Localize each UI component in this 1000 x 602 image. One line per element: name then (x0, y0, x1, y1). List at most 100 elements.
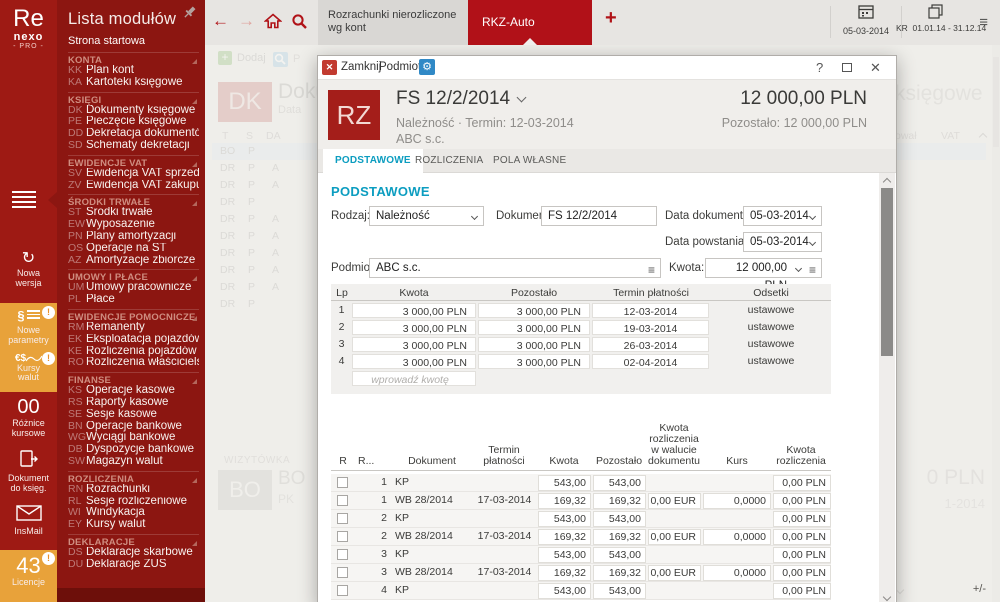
kwota-field[interactable]: 12 000,00 PLN≡ (705, 258, 822, 292)
back-icon[interactable]: ← (212, 11, 229, 31)
search-icon[interactable] (291, 13, 308, 35)
installment-row[interactable]: 1 3 000,00 PLN 3 000,00 PLN 12-03-2014 u… (331, 302, 831, 319)
sidebar-item[interactable]: DD Dekretacja dokumentów (68, 128, 199, 140)
settlement-checkbox[interactable] (337, 531, 348, 542)
sidebar-item[interactable]: DB Dyspozycje bankowe (68, 444, 199, 456)
odsetki-cell[interactable]: ustawowe (711, 353, 831, 370)
sidebar-item[interactable]: EWWyposażenie (68, 219, 199, 231)
settlement-row[interactable]: 3 KP 3/CENTR/2014 543,00 PLN 543,00 PLN … (331, 546, 831, 577)
sidebar-item[interactable]: EY Kursy walut (68, 519, 199, 531)
sidebar-item[interactable]: SVEwidencja VAT sprzedaży (68, 168, 199, 180)
sidebar-section-header[interactable]: KSIĘGI (68, 91, 199, 106)
sidebar-item[interactable]: WI Windykacja (68, 507, 199, 519)
new-tab-button[interactable]: + (605, 7, 617, 30)
settlement-checkbox[interactable] (337, 567, 348, 578)
sidebar-item[interactable]: RN Rozrachunki (68, 484, 199, 496)
field-menu-icon[interactable]: ≡ (648, 261, 655, 279)
settlement-row[interactable]: 4 KP 3/CENTR/2014 543,00 PLN 543,00 PLN … (331, 582, 831, 602)
kurs-cell[interactable]: 0,0000 PLN/EUR (703, 565, 771, 594)
odsetki-cell[interactable]: ustawowe (711, 319, 831, 336)
rail-item-licencje[interactable]: ! 43 Licencje (0, 550, 57, 602)
zamknij-button[interactable]: Zamknij (341, 61, 381, 73)
kwota-cell[interactable]: 3 000,00 PLN (352, 337, 476, 352)
termin-cell[interactable]: 12-03-2014 (592, 303, 709, 318)
termin-cell[interactable]: 26-03-2014 (592, 337, 709, 352)
kwota-rozliczenia-cell[interactable]: 0,00 PLN (773, 475, 831, 491)
kurs-cell[interactable]: 0,0000 PLN/EUR (703, 493, 771, 522)
settlement-row[interactable]: 3 WB 28/2014 17-03-2014 169,32 EUR 169,3… (331, 564, 831, 594)
sidebar-item[interactable]: SE Sesje kasowe (68, 409, 199, 421)
kwota-cell[interactable]: 3 000,00 PLN (352, 354, 476, 369)
settlement-row[interactable]: 1 KP 3/CENTR/2014 543,00 PLN 543,00 PLN … (331, 474, 831, 505)
data-dokumentu-select[interactable]: 05-03-2014 (743, 206, 822, 226)
sidebar-item-strona-startowa[interactable]: Strona startowa (68, 35, 145, 47)
rail-item-dokument-do-ksieg[interactable]: Dokument do księg. (0, 450, 57, 493)
rodzaj-select[interactable]: Należność (369, 206, 484, 226)
sidebar-section-header[interactable]: EWIDENCJE VAT (68, 154, 199, 169)
sidebar-item[interactable]: DK Dokumenty księgowe (68, 105, 199, 117)
document-title[interactable]: FS 12/2/2014 (396, 88, 527, 110)
settlement-checkbox[interactable] (337, 477, 348, 488)
sidebar-item[interactable]: ZV Ewidencja VAT zakupu (68, 180, 199, 192)
sidebar-section-header[interactable]: ŚRODKI TRWAŁE (68, 194, 199, 208)
sidebar-section-header[interactable]: KONTA (68, 52, 199, 66)
kwota-walucie-cell[interactable]: 0,00 EUR (648, 493, 701, 509)
sidebar-item[interactable]: RL Sesje rozliczeniowe (68, 496, 199, 508)
kwota-rozliczenia-cell[interactable]: 0,00 PLN (773, 493, 831, 509)
close-window-button[interactable]: ✕ (870, 60, 881, 76)
field-menu-icon[interactable]: ≡ (809, 261, 816, 279)
new-installment-row[interactable]: wprowadź kwotę (331, 370, 831, 387)
pin-icon[interactable] (182, 5, 197, 25)
sidebar-item[interactable]: BN Operacje bankowe (68, 421, 199, 433)
sidebar-item[interactable]: KK Plan kont (68, 65, 199, 77)
scroll-up-icon[interactable] (882, 177, 892, 187)
settlement-row[interactable]: 2 KP 3/CENTR/2014 543,00 PLN 543,00 PLN … (331, 510, 831, 541)
sidebar-item[interactable]: RS Raporty kasowe (68, 397, 199, 409)
sidebar-item[interactable]: PL Płace (68, 294, 199, 306)
kwota-walucie-cell[interactable] (648, 583, 701, 599)
kwota-rozliczenia-cell[interactable]: 0,00 PLN (773, 547, 831, 563)
sidebar-item[interactable]: DU Deklaracje ZUS (68, 559, 199, 571)
help-button[interactable]: ? (816, 60, 823, 75)
sidebar-item[interactable]: KS Operacje kasowe (68, 385, 199, 397)
sidebar-section-header[interactable]: EWIDENCJE POMOCNICZE (68, 308, 199, 323)
kwota-cell[interactable]: 3 000,00 PLN (352, 320, 476, 335)
sidebar-item[interactable]: PN Plany amortyzacji (68, 231, 199, 243)
maximize-button[interactable] (842, 63, 852, 72)
forward-icon[interactable]: → (238, 11, 255, 31)
kwota-rozliczenia-cell[interactable]: 0,00 PLN (773, 583, 831, 599)
settlement-checkbox[interactable] (337, 495, 348, 506)
kurs-cell[interactable] (703, 475, 771, 491)
sidebar-item[interactable]: RM Remanenty (68, 322, 199, 334)
rail-item-kursy-walut[interactable]: ! €$ Kursy walut (0, 352, 57, 382)
kwota-cell[interactable]: 3 000,00 PLN (352, 303, 476, 318)
close-icon[interactable]: ✕ (322, 60, 337, 75)
odsetki-cell[interactable]: ustawowe (711, 336, 831, 353)
tab-rozrachunki-nierozliczone[interactable]: Rozrachunki nierozliczone wg kont (318, 0, 468, 45)
settlement-checkbox[interactable] (337, 585, 348, 596)
kwota-rozliczenia-cell[interactable]: 0,00 PLN (773, 511, 831, 527)
sidebar-item[interactable]: RORozliczenia właścicielskie (68, 357, 199, 369)
kurs-cell[interactable]: 0,0000 PLN/EUR (703, 529, 771, 558)
settlement-row[interactable]: 2 WB 28/2014 17-03-2014 169,32 EUR 169,3… (331, 528, 831, 558)
kwota-walucie-cell[interactable]: 0,00 EUR (648, 565, 701, 581)
kurs-cell[interactable] (703, 547, 771, 563)
rail-item-roznice-kursowe[interactable]: 00 Różnice kursowe (0, 396, 57, 438)
termin-cell[interactable]: 19-03-2014 (592, 320, 709, 335)
settlement-checkbox[interactable] (337, 513, 348, 524)
sidebar-section-header[interactable]: UMOWY I PŁACE (68, 269, 199, 283)
sidebar-item[interactable]: WGWyciągi bankowe (68, 432, 199, 444)
dokument-input[interactable]: FS 12/2/2014 (541, 206, 657, 226)
installment-row[interactable]: 3 3 000,00 PLN 3 000,00 PLN 26-03-2014 u… (331, 336, 831, 353)
work-date-widget[interactable]: 05-03-2014 (834, 4, 898, 42)
installment-row[interactable]: 4 3 000,00 PLN 3 000,00 PLN 02-04-2014 u… (331, 353, 831, 370)
home-icon[interactable] (263, 13, 283, 34)
kurs-cell[interactable] (703, 511, 771, 527)
accounting-period-widget[interactable]: KR 01.01.14 - 31.12.14 (896, 4, 986, 42)
sidebar-item[interactable]: EK Eksploatacja pojazdów (68, 334, 199, 346)
sidebar-item[interactable]: PE Pieczęcie księgowe (68, 116, 199, 128)
rail-item-nowe-parametry[interactable]: ! § Nowe parametry (0, 306, 57, 345)
rail-item-insmail[interactable]: InsMail (0, 505, 57, 536)
kwota-walucie-cell[interactable]: 0,00 EUR (648, 529, 701, 545)
sidebar-item[interactable]: ST Środki trwałe (68, 207, 199, 219)
